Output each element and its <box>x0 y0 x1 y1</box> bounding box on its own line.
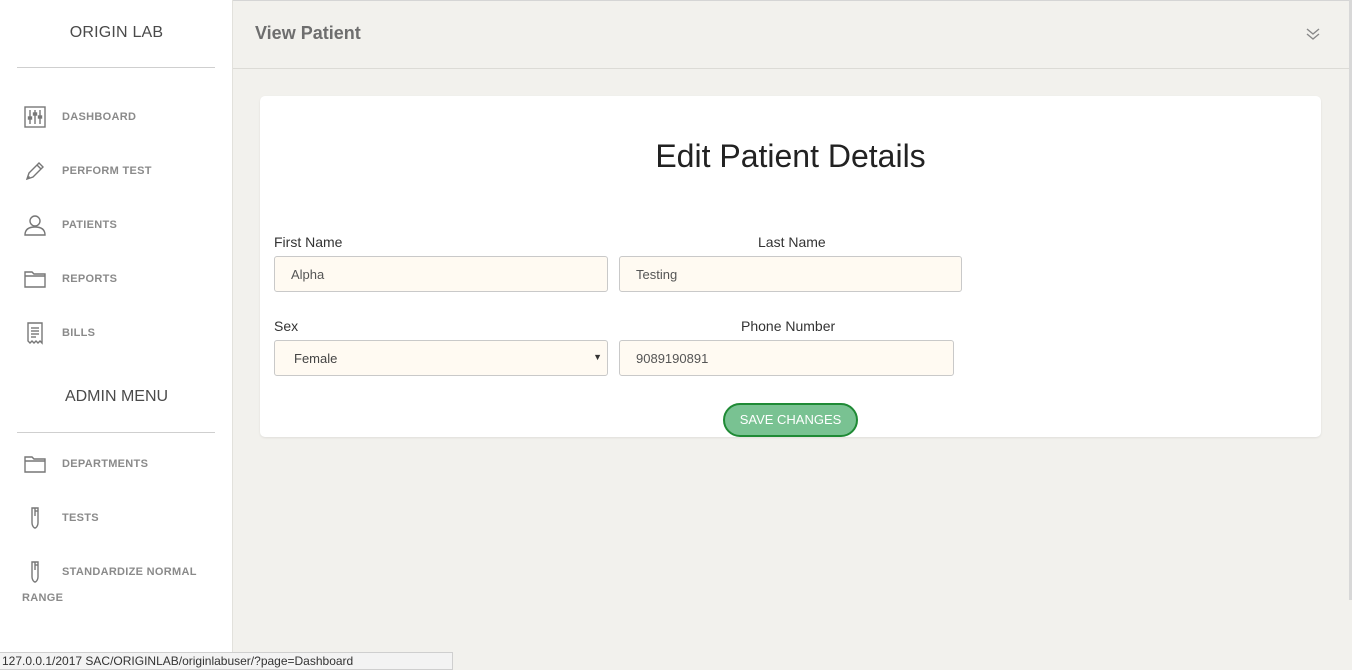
sidebar-item-label: BILLS <box>62 327 96 339</box>
page-title: View Patient <box>255 23 361 43</box>
form-title: Edit Patient Details <box>655 138 926 174</box>
app-root: ORIGIN LAB DASHBOARD PERFORM TEST PATIEN… <box>0 0 1352 670</box>
sidebar-item-label: DASHBOARD <box>62 111 137 123</box>
sidebar-divider <box>17 67 215 68</box>
sidebar-item-label-wrap[interactable]: RANGE <box>22 592 63 604</box>
pen-icon <box>22 158 48 184</box>
sidebar-divider <box>17 432 215 433</box>
last-name-input[interactable] <box>619 256 962 292</box>
brand-logo[interactable]: ORIGIN LAB <box>0 24 233 42</box>
folder-icon <box>22 451 48 477</box>
sidebar-item-patients[interactable]: PATIENTS <box>22 211 222 239</box>
sidebar-item-dashboard[interactable]: DASHBOARD <box>22 103 222 131</box>
phone-number-label: Phone Number <box>741 318 836 334</box>
receipt-icon <box>22 320 48 346</box>
test-tube-icon <box>22 559 48 585</box>
double-chevron-down-icon[interactable] <box>1304 25 1322 43</box>
user-icon <box>22 212 48 238</box>
sidebar: ORIGIN LAB DASHBOARD PERFORM TEST PATIEN… <box>0 0 233 670</box>
sidebar-item-bills[interactable]: BILLS <box>22 319 222 347</box>
sex-select[interactable]: Female ▼ <box>274 340 608 376</box>
sidebar-item-label: STANDARDIZE NORMAL <box>62 566 197 578</box>
first-name-label: First Name <box>274 234 343 250</box>
sex-select-value: Female <box>294 351 338 366</box>
browser-status-bar: 127.0.0.1/2017 SAC/ORIGINLAB/originlabus… <box>0 652 453 670</box>
sidebar-item-label: PATIENTS <box>62 219 118 231</box>
save-changes-button[interactable]: SAVE CHANGES <box>723 403 858 437</box>
sidebar-item-label: PERFORM TEST <box>62 165 152 177</box>
sidebar-item-reports[interactable]: REPORTS <box>22 265 222 293</box>
admin-menu-title: ADMIN MENU <box>64 388 169 405</box>
caret-down-icon: ▼ <box>593 352 602 362</box>
folder-icon <box>22 266 48 292</box>
sidebar-item-departments[interactable]: DEPARTMENTS <box>22 450 222 478</box>
sidebar-item-label: TESTS <box>62 512 99 524</box>
phone-number-input[interactable] <box>619 340 954 376</box>
header-bar: View Patient <box>233 0 1352 69</box>
sidebar-item-tests[interactable]: TESTS <box>22 504 222 532</box>
sidebar-item-label: DEPARTMENTS <box>62 458 149 470</box>
sidebar-item-label: REPORTS <box>62 273 118 285</box>
sliders-icon <box>22 104 48 130</box>
edit-patient-card: Edit Patient Details First Name Last Nam… <box>260 96 1321 437</box>
sidebar-item-perform-test[interactable]: PERFORM TEST <box>22 157 222 185</box>
test-tube-icon <box>22 505 48 531</box>
sex-label: Sex <box>274 318 299 334</box>
first-name-input[interactable] <box>274 256 608 292</box>
sidebar-item-standardize-normal-range[interactable]: STANDARDIZE NORMAL <box>22 558 232 586</box>
last-name-label: Last Name <box>758 234 826 250</box>
